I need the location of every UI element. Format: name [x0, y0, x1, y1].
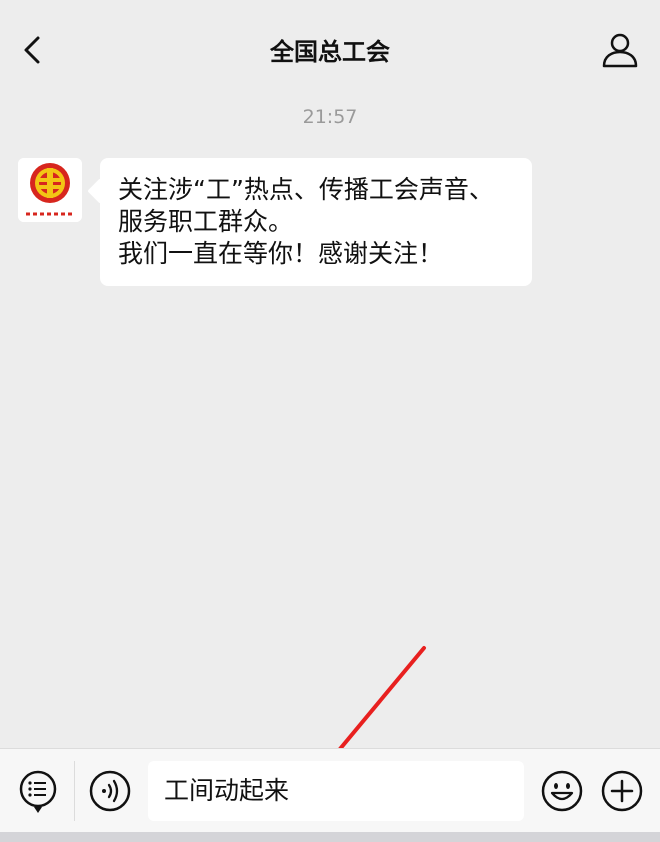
chat-header: 全国总工会 — [0, 0, 660, 100]
profile-button[interactable] — [598, 28, 642, 72]
plus-icon — [601, 770, 643, 812]
message-line: 服务职工群众。 — [118, 207, 294, 236]
voice-button[interactable] — [88, 769, 132, 813]
plus-button[interactable] — [600, 769, 644, 813]
message-line: 我们一直在等你！感谢关注！ — [118, 239, 444, 268]
person-icon — [602, 33, 638, 68]
message-input[interactable]: 工间动起来 — [148, 761, 524, 821]
avatar[interactable] — [18, 158, 82, 222]
emoji-icon — [541, 770, 583, 812]
message-timestamp: 21:57 — [302, 106, 358, 128]
trade-union-logo — [18, 158, 82, 222]
message-bubble[interactable]: 关注涉“工”热点、传播工会声音、 服务职工群众。 我们一直在等你！感谢关注！ — [100, 158, 532, 286]
page-title: 全国总工会 — [270, 38, 390, 66]
input-bar: 工间动起来 — [0, 748, 660, 833]
menu-button[interactable] — [16, 769, 60, 815]
message-line: 关注涉“工”热点、传播工会声音、 — [118, 175, 494, 204]
bottom-strip — [0, 832, 660, 842]
menu-list-icon — [19, 770, 57, 813]
emoji-button[interactable] — [540, 769, 584, 813]
voice-icon — [89, 770, 131, 812]
divider — [74, 761, 75, 821]
